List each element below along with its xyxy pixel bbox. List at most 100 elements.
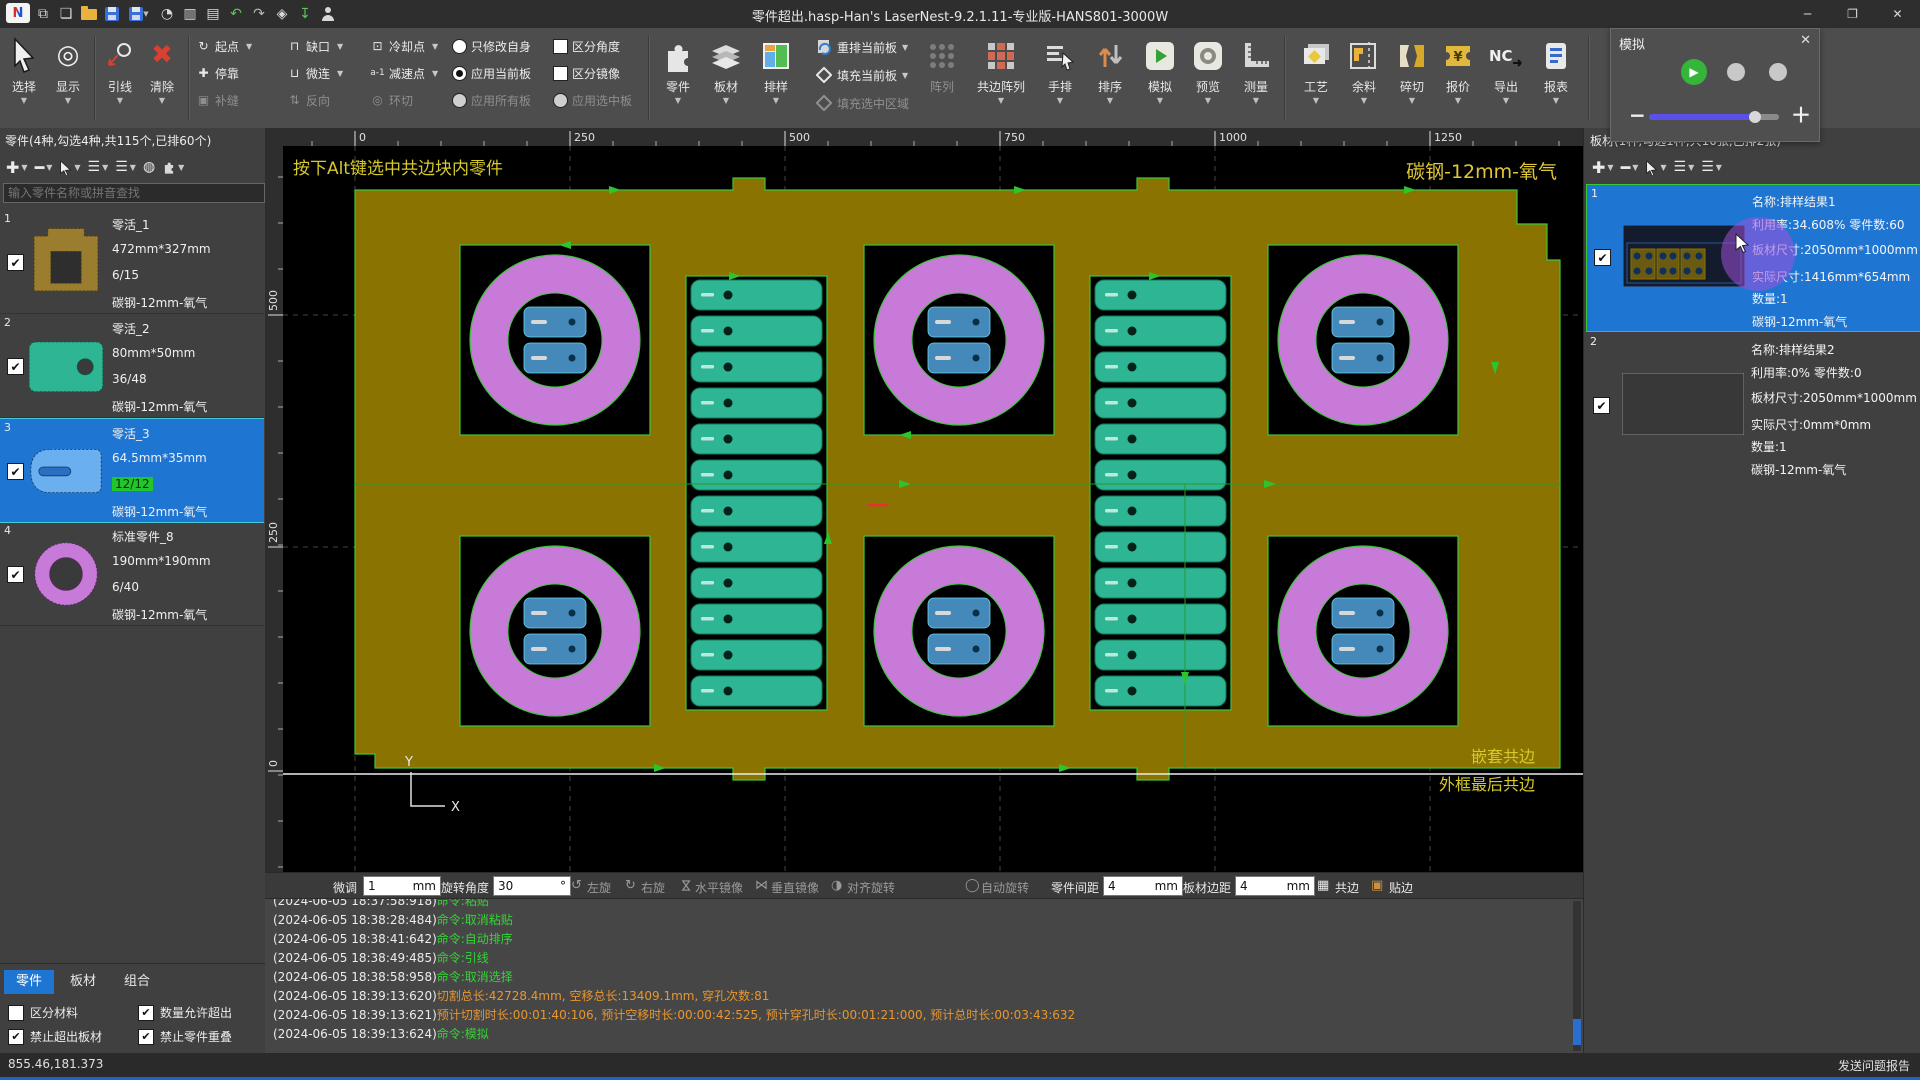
rearrange-current-sheet-button[interactable]: 重排当前板▼ (816, 36, 908, 58)
part-checkbox[interactable]: ✔ (7, 566, 24, 583)
measure-button[interactable]: 测量▼ (1230, 32, 1282, 105)
checkbox-icon[interactable]: ✔ (138, 1005, 154, 1021)
auto-rotate-icon[interactable]: ◯ (965, 878, 980, 893)
start-point-option[interactable]: ↻起点▼ (196, 36, 252, 56)
sim-stop-button[interactable] (1769, 63, 1787, 81)
forbid-exceed-sheet-checkbox[interactable]: ✔禁止超出板材 (8, 1028, 102, 1045)
distinguish-angle-checkbox[interactable]: 区分角度 (553, 36, 620, 56)
sim-speed-slider[interactable] (1649, 114, 1779, 120)
chevron-down-icon[interactable]: ▼ (140, 96, 184, 105)
add-part-button[interactable]: ✚▼ (6, 158, 28, 177)
part-info-button[interactable]: ◍ (143, 159, 155, 175)
part-checkbox[interactable]: ✔ (7, 358, 24, 375)
sheet-result-item[interactable]: 2 ✔ 名称:排样结果2 利用率:0% 零件数:0 板材尺寸:2050mm*10… (1586, 333, 1919, 479)
distinguish-material-checkbox[interactable]: 区分材料 (8, 1004, 78, 1021)
tab-sheets[interactable]: 板材 (58, 970, 108, 994)
chevron-down-icon[interactable]: ▼ (98, 96, 142, 105)
modify-self-radio[interactable]: 只修改自身 (452, 36, 531, 56)
filter-sheets-button[interactable]: ☰▼ (1701, 159, 1722, 175)
sheet-checkbox[interactable]: ✔ (1594, 249, 1611, 266)
snap-edge-icon[interactable]: ▣ (1371, 878, 1383, 893)
preview-button[interactable]: 预览▼ (1182, 32, 1234, 105)
part-list-item-selected[interactable]: 3 ✔ 零活_3 64.5mm*35mm 12/12 碳钢-12mm-氧气 (0, 418, 264, 523)
select-tool-button[interactable]: 选择 ▼ (2, 32, 46, 105)
notch-option[interactable]: ⊓缺口▼ (287, 36, 343, 56)
simulate-button[interactable]: 模拟▼ (1134, 32, 1186, 105)
select-sheet-button[interactable]: ▼ (1645, 160, 1666, 175)
sheet-result-item-selected[interactable]: 1 ✔ 名称:排样结果1 利用率:34.608% 零件数:60 板材尺寸:205… (1586, 184, 1920, 332)
quote-button[interactable]: ¥ 报价▼ (1432, 32, 1484, 105)
part-checkbox[interactable]: ✔ (7, 463, 24, 480)
part-list-item[interactable]: 4 ✔ 标准零件_8 190mm*190mm 6/40 碳钢-12mm-氧气 (0, 522, 264, 626)
close-icon[interactable]: ✕ (1800, 33, 1811, 48)
part-list-item[interactable]: 1 ✔ 零活_1 472mm*327mm 6/15 碳钢-12mm-氧气 (0, 210, 264, 314)
mirror-horizontal-button[interactable]: 水平镜像 (695, 879, 743, 896)
mirror-vertical-icon[interactable]: ⋈ (755, 878, 768, 893)
part-search-input[interactable] (3, 183, 265, 203)
process-button[interactable]: 工艺▼ (1290, 32, 1342, 105)
nested-ring-part[interactable] (874, 546, 1044, 716)
chevron-down-icon[interactable]: ▼ (46, 96, 90, 105)
micro-joint-option[interactable]: ⊔微连▼ (287, 63, 343, 83)
common-edge-button[interactable]: 共边 (1335, 879, 1359, 896)
remove-sheet-button[interactable]: ━▼ (1621, 158, 1639, 177)
select-part-button[interactable]: ▼ (59, 160, 80, 175)
sheet-checkbox[interactable]: ✔ (1593, 397, 1610, 414)
radio-icon[interactable] (452, 66, 467, 81)
maximize-button[interactable]: ❐ (1830, 0, 1875, 28)
shred-cut-button[interactable]: 碎切▼ (1386, 32, 1438, 105)
nested-ring-part[interactable] (470, 546, 640, 716)
part-tools-button[interactable]: ▼ (162, 160, 184, 174)
scrollbar-thumb[interactable] (1573, 1019, 1581, 1045)
minimize-button[interactable]: ─ (1785, 0, 1830, 28)
rotate-left-icon[interactable]: ↺ (571, 878, 582, 893)
fill-current-sheet-button[interactable]: 填充当前板▼ (816, 64, 908, 86)
sort-button[interactable]: 排序▼ (1084, 32, 1136, 105)
nesting-canvas[interactable]: 0250500750100012505002500 按下Alt键选中共边块内零件… (265, 128, 1583, 872)
slow-point-option[interactable]: a-1减速点▼ (370, 63, 438, 83)
display-tool-button[interactable]: ◎ 显示 ▼ (46, 32, 90, 105)
common-edge-icon[interactable]: ▦ (1317, 878, 1329, 893)
rotate-right-icon[interactable]: ↻ (625, 878, 636, 893)
rotate-left-button[interactable]: 左旋 (587, 879, 611, 896)
sort-parts-button[interactable]: ☰▼ (88, 159, 109, 175)
checkbox-icon[interactable]: ✔ (138, 1029, 154, 1045)
checkbox-icon[interactable] (8, 1005, 24, 1021)
export-nc-button[interactable]: NC 导出▼ (1480, 32, 1532, 105)
rotate-angle-input[interactable]: 30° (493, 876, 571, 896)
sort-sheets-button[interactable]: ☰▼ (1674, 159, 1695, 175)
part-list-item[interactable]: 2 ✔ 零活_2 80mm*50mm 36/48 碳钢-12mm-氧气 (0, 314, 264, 418)
report-button[interactable]: 报表▼ (1530, 32, 1582, 105)
nested-ring-part[interactable] (470, 255, 640, 425)
apply-current-sheet-radio[interactable]: 应用当前板 (452, 63, 531, 83)
remnant-button[interactable]: 余料▼ (1338, 32, 1390, 105)
distinguish-mirror-checkbox[interactable]: 区分镜像 (553, 63, 620, 83)
nested-ring-part[interactable] (1278, 546, 1448, 716)
align-rotate-button[interactable]: 对齐旋转 (847, 879, 895, 896)
mirror-vertical-button[interactable]: 垂直镜像 (771, 879, 819, 896)
log-scrollbar[interactable] (1573, 901, 1581, 1051)
tab-parts[interactable]: 零件 (4, 970, 54, 994)
checkbox-icon[interactable] (553, 39, 568, 54)
dock-option[interactable]: ✚停靠 (196, 63, 239, 83)
checkbox-icon[interactable]: ✔ (8, 1029, 24, 1045)
close-button[interactable]: ✕ (1875, 0, 1920, 28)
nest-button[interactable]: 排样▼ (750, 32, 802, 105)
common-edge-array-button[interactable]: 共边阵列▼ (972, 32, 1030, 105)
manual-nest-button[interactable]: 手排▼ (1034, 32, 1086, 105)
snap-edge-button[interactable]: 贴边 (1389, 879, 1413, 896)
slider-thumb[interactable] (1749, 111, 1761, 123)
sheets-button[interactable]: 板材▼ (700, 32, 752, 105)
cooling-point-option[interactable]: ⊡冷却点▼ (370, 36, 438, 56)
tab-groups[interactable]: 组合 (112, 970, 162, 994)
remove-part-button[interactable]: ━▼ (35, 158, 53, 177)
mirror-horizontal-icon[interactable]: ⋈ (678, 879, 693, 892)
auto-rotate-button[interactable]: 自动旋转 (981, 879, 1029, 896)
fine-tune-input[interactable]: 1mm (363, 876, 441, 896)
clear-button[interactable]: ✖ 清除 ▼ (140, 32, 184, 105)
add-sheet-button[interactable]: ✚▼ (1592, 158, 1614, 177)
filter-parts-button[interactable]: ☰▼ (115, 159, 136, 175)
part-checkbox[interactable]: ✔ (7, 254, 24, 271)
forbid-overlap-checkbox[interactable]: ✔禁止零件重叠 (138, 1028, 232, 1045)
sim-play-button[interactable]: ▶ (1681, 59, 1707, 85)
